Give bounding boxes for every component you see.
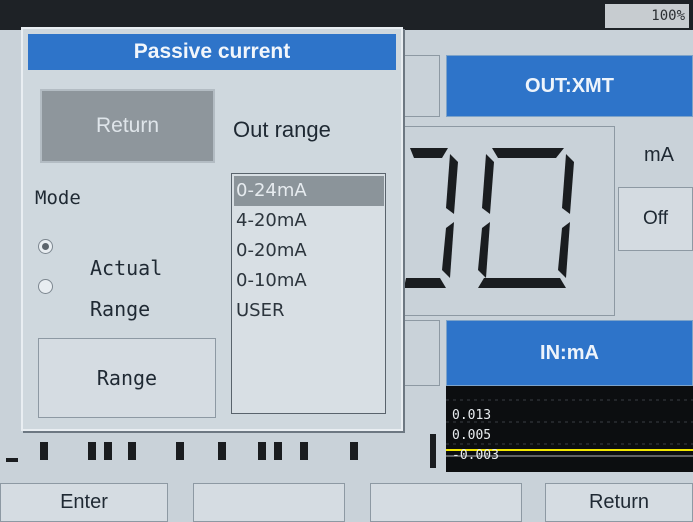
seven-segment-display — [404, 148, 574, 288]
output-mode-title[interactable]: OUT:XMT — [446, 55, 693, 117]
input-mode-title[interactable]: IN:mA — [446, 320, 693, 386]
range-option-0-10ma[interactable]: 0-10mA — [234, 266, 384, 296]
segment — [482, 154, 494, 214]
segment — [404, 278, 446, 288]
dialog-return-button[interactable]: Return — [40, 89, 215, 163]
graph-min-value: -0.003 — [452, 448, 499, 463]
segment — [558, 222, 570, 278]
range-option-0-20ma[interactable]: 0-20mA — [234, 236, 384, 266]
segment — [410, 148, 448, 158]
status-bar: 100% — [0, 0, 693, 30]
enter-softkey[interactable]: Enter — [0, 483, 168, 522]
mode-label: Mode — [35, 187, 81, 209]
dialog-title: Passive current — [28, 34, 396, 70]
out-range-label: Out range — [233, 117, 331, 142]
mode-range-label[interactable]: Range — [90, 297, 150, 321]
output-value-bracket — [400, 55, 440, 117]
segment — [492, 148, 564, 158]
segment — [478, 222, 490, 278]
mode-range-radio[interactable] — [38, 279, 53, 294]
trend-graph: 0.013 0.005 -0.003 — [446, 386, 693, 472]
device-screen: 100% OUT:XMT mA Off IN:mA 0.013 0.005 -0… — [0, 0, 693, 522]
return-softkey[interactable]: Return — [545, 483, 693, 522]
bar-indicator — [6, 434, 436, 468]
graph-mid-value: 0.005 — [452, 428, 492, 443]
range-option-user[interactable]: USER — [234, 296, 384, 326]
unit-label: mA — [644, 144, 674, 166]
softkey-bar: Enter Return — [0, 476, 693, 522]
output-off-button[interactable]: Off — [618, 187, 693, 251]
segment — [446, 154, 458, 214]
segment — [478, 278, 566, 288]
softkey-3[interactable] — [370, 483, 522, 522]
out-range-list[interactable]: 0-24mA 4-20mA 0-20mA 0-10mA USER — [231, 173, 386, 414]
graph-max-value: 0.013 — [452, 408, 492, 423]
range-option-0-24ma[interactable]: 0-24mA — [234, 176, 384, 206]
softkey-2[interactable] — [193, 483, 345, 522]
passive-current-dialog: Passive current Return Out range Mode Ac… — [21, 27, 403, 431]
range-button[interactable]: Range — [38, 338, 216, 418]
segment — [442, 222, 454, 278]
battery-indicator: 100% — [605, 4, 689, 28]
mode-actual-radio[interactable] — [38, 239, 53, 254]
range-option-4-20ma[interactable]: 4-20mA — [234, 206, 384, 236]
mode-actual-label[interactable]: Actual — [90, 256, 162, 280]
input-value-bracket — [400, 320, 440, 386]
segment — [562, 154, 574, 214]
